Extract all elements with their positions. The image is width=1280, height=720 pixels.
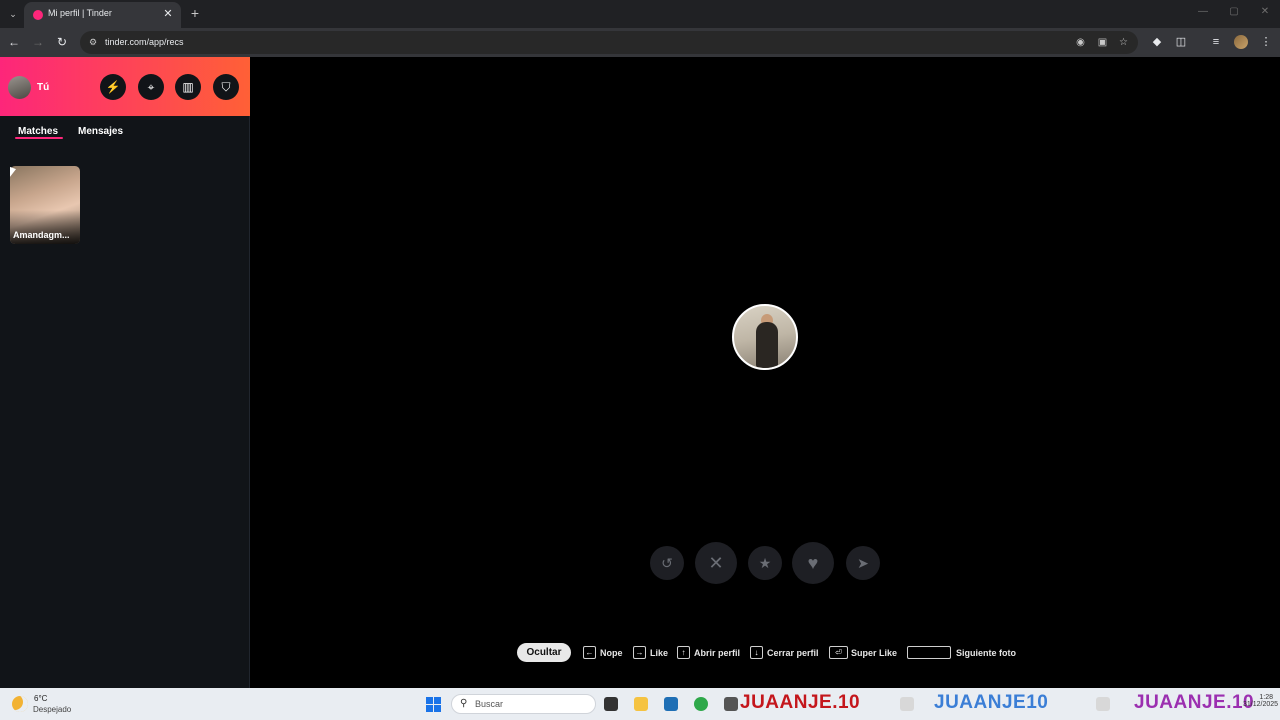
close-window-button[interactable]: ✕ [1255, 6, 1275, 17]
clock-time: 1:28 [1259, 694, 1273, 701]
more-menu-icon[interactable]: ⋮ [1258, 34, 1274, 50]
search-placeholder: Buscar [475, 699, 504, 709]
watermark-text: JUAANJE10 [934, 692, 1049, 713]
sidebar: Tú ⚡ ⌖ ▥ ⛉ Matches Mensajes Amandagm... [0, 57, 250, 688]
avatar-body [756, 322, 778, 368]
tab-mensajes[interactable]: Mensajes [78, 126, 123, 137]
rewind-icon[interactable]: ↺ [650, 546, 684, 580]
nope-x-icon[interactable]: ✕ [695, 542, 737, 584]
loading-profile-avatar [732, 304, 798, 370]
chrome-icon[interactable] [694, 697, 708, 711]
down-arrow-key-icon: ↓ [750, 646, 763, 659]
browser-toolbar: ← → ↻ ⚙ tinder.com/app/recs ◉ ▣ ☆ ◆ ◫ ≡ … [0, 28, 1280, 57]
watermark-text: JUAANJE.10 [1134, 692, 1255, 713]
my-profile-avatar[interactable] [8, 76, 31, 99]
recs-main-area: ↺ ✕ ★ ♥ ➤ Ocultar ← Nope → Like ↑ Abrir … [251, 57, 1280, 688]
space-key-icon [907, 646, 951, 659]
weather-description[interactable]: Despejado [33, 705, 71, 714]
address-bar[interactable]: ⚙ tinder.com/app/recs ◉ ▣ ☆ [80, 31, 1138, 54]
tab-title: Mi perfil | Tinder [48, 8, 112, 18]
site-info-icon[interactable]: ⚙ [87, 36, 99, 48]
tab-matches[interactable]: Matches [18, 126, 58, 137]
clock-date: 31/12/2025 [1243, 701, 1279, 708]
left-arrow-key-icon: ← [583, 646, 596, 659]
taskbar-search-input[interactable]: ⚲ Buscar [451, 694, 596, 714]
store-icon[interactable] [664, 697, 678, 711]
explore-compass-icon[interactable]: ⌖ [138, 74, 164, 100]
reload-icon[interactable]: ↻ [54, 34, 70, 50]
media-control-icon[interactable]: ≡ [1208, 34, 1224, 50]
hint-super-like: Super Like [851, 648, 898, 658]
task-view-icon[interactable] [604, 697, 618, 711]
hint-like: Like [650, 648, 669, 658]
sidebar-header: Tú ⚡ ⌖ ▥ ⛉ [0, 57, 250, 116]
right-arrow-key-icon: → [633, 646, 646, 659]
install-app-icon[interactable]: ▣ [1096, 36, 1109, 49]
bookmark-star-icon[interactable]: ☆ [1117, 36, 1130, 49]
location-pin-icon[interactable]: ◉ [1074, 36, 1087, 49]
new-tab-button[interactable]: + [187, 5, 203, 21]
search-icon: ⚲ [460, 698, 468, 709]
like-heart-icon[interactable]: ♥ [792, 542, 834, 584]
super-like-star-icon[interactable]: ★ [748, 546, 782, 580]
url-text[interactable]: tinder.com/app/recs [105, 37, 184, 47]
file-explorer-icon[interactable] [634, 697, 648, 711]
match-name: Amandagm... [13, 230, 70, 240]
hide-hints-button[interactable]: Ocultar [517, 643, 571, 662]
extensions-puzzle-icon[interactable]: ◫ [1173, 34, 1189, 50]
tinder-favicon-icon [33, 10, 43, 20]
boost-send-icon[interactable]: ➤ [846, 546, 880, 580]
maximize-button[interactable]: ▢ [1224, 6, 1244, 17]
match-card[interactable]: Amandagm... [10, 166, 80, 244]
hint-nope: Nope [600, 648, 623, 658]
active-tab-indicator [15, 137, 63, 139]
tiktok-icon[interactable] [1096, 697, 1110, 711]
tab-search-button[interactable]: ⌄ [4, 5, 22, 23]
browser-profile-avatar[interactable] [1234, 35, 1248, 49]
mouse-cursor [10, 166, 16, 180]
windows-start-icon[interactable] [426, 697, 441, 712]
watermark-text: JUAANJE.10 [740, 692, 861, 713]
app-icon[interactable] [724, 697, 738, 711]
minimize-button[interactable]: — [1193, 6, 1213, 17]
browser-tab[interactable]: Mi perfil | Tinder ✕ [24, 2, 181, 28]
hint-open-profile: Abrir perfil [694, 648, 741, 658]
video-app-icon[interactable] [900, 697, 914, 711]
extension-diamond-icon[interactable]: ◆ [1149, 34, 1165, 50]
weather-temperature[interactable]: 6°C [34, 694, 47, 703]
my-profile-label[interactable]: Tú [37, 82, 49, 93]
boost-bolt-icon[interactable]: ⚡ [100, 74, 126, 100]
shield-icon[interactable]: ⛉ [213, 74, 239, 100]
enter-key-icon: ⏎ [829, 646, 848, 659]
clock[interactable]: 1:28 31/12/2025 [1243, 694, 1279, 708]
windows-taskbar: 6°C Despejado ⚲ Buscar JUAANJE.10 JUAANJ… [0, 688, 1280, 720]
tab-close-icon[interactable]: ✕ [161, 7, 175, 21]
hint-next-photo: Siguiente foto [956, 648, 1016, 658]
browser-tab-bar: ⌄ Mi perfil | Tinder ✕ + — ▢ ✕ [0, 0, 1280, 28]
hint-close-profile: Cerrar perfil [767, 648, 819, 658]
back-arrow-icon[interactable]: ← [6, 34, 22, 50]
briefcase-icon[interactable]: ▥ [175, 74, 201, 100]
up-arrow-key-icon: ↑ [677, 646, 690, 659]
forward-arrow-icon[interactable]: → [30, 34, 46, 50]
weather-moon-icon[interactable] [12, 696, 28, 712]
